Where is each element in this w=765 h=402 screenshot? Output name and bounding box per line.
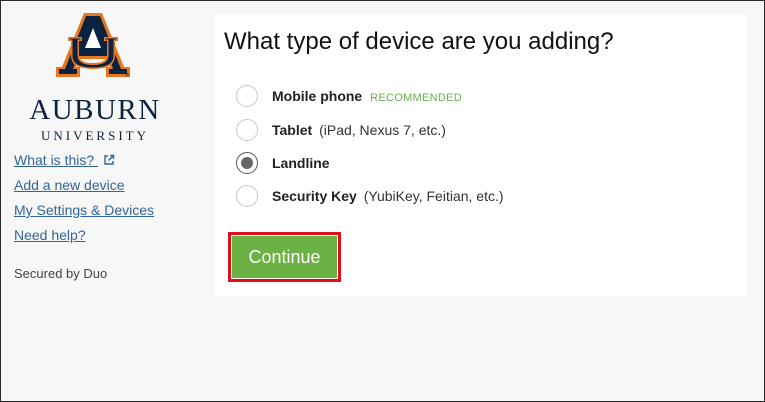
option-security-key[interactable]: Security Key (YubiKey, Feitian, etc.) [236, 185, 696, 209]
option-title: Mobile phone [272, 88, 363, 104]
add-new-device-link[interactable]: Add a new device [14, 177, 125, 193]
what-is-this-label: What is this? [14, 152, 95, 168]
device-type-panel: What type of device are you adding? Mobi… [214, 14, 747, 296]
radio-tablet[interactable] [236, 119, 258, 141]
radio-security-key[interactable] [236, 185, 258, 207]
option-landline[interactable]: Landline [236, 152, 696, 176]
option-tablet[interactable]: Tablet (iPad, Nexus 7, etc.) [236, 119, 696, 143]
need-help-link[interactable]: Need help? [14, 227, 86, 243]
option-title: Tablet [272, 122, 313, 138]
option-label: Tablet (iPad, Nexus 7, etc.) [272, 122, 446, 138]
option-label: Mobile phone RECOMMENDED [272, 88, 462, 104]
option-title: Security Key [272, 188, 357, 204]
option-label: Security Key (YubiKey, Feitian, etc.) [272, 188, 504, 204]
option-label: Landline [272, 155, 330, 171]
page-title: What type of device are you adding? [224, 28, 614, 55]
radio-landline[interactable] [236, 152, 258, 174]
continue-button[interactable]: Continue [232, 236, 337, 278]
option-description: (YubiKey, Feitian, etc.) [363, 188, 504, 204]
brand-wordmark: AUBURN [29, 94, 161, 126]
option-mobile-phone[interactable]: Mobile phone RECOMMENDED [236, 85, 696, 109]
what-is-this-link[interactable]: What is this? [14, 152, 115, 168]
my-settings-devices-link[interactable]: My Settings & Devices [14, 202, 154, 218]
external-link-icon [104, 154, 115, 165]
secured-by-duo: Secured by Duo [14, 266, 108, 281]
window-frame: ® AUBURN UNIVERSITY What is this? Add a … [0, 0, 765, 402]
sidebar: ® AUBURN UNIVERSITY What is this? Add a … [1, 1, 201, 401]
auburn-au-logo-icon: ® [56, 13, 130, 79]
option-description: (iPad, Nexus 7, etc.) [319, 122, 446, 138]
svg-text:®: ® [125, 72, 130, 79]
radio-mobile-phone[interactable] [236, 85, 258, 107]
recommended-badge: RECOMMENDED [370, 92, 463, 104]
brand-subtitle: UNIVERSITY [41, 128, 149, 143]
option-title: Landline [272, 155, 330, 171]
